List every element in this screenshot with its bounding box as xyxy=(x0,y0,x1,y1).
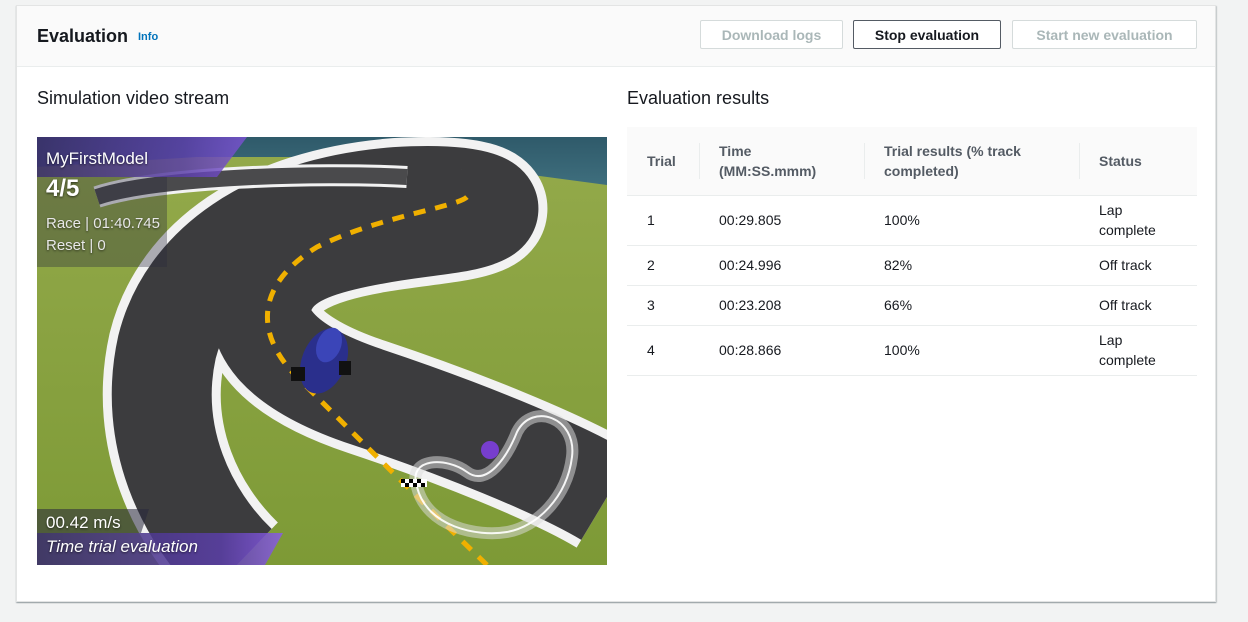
status-cell: Off track xyxy=(1079,245,1197,286)
time-cell: 00:24.996 xyxy=(699,245,864,286)
simulation-video-stream[interactable]: MyFirstModel 4/5 Race | 01:40.745 Reset … xyxy=(37,137,607,565)
stop-evaluation-button[interactable]: Stop evaluation xyxy=(853,20,1001,49)
evaluation-mode: Time trial evaluation xyxy=(46,537,198,556)
reset-count: Reset | 0 xyxy=(46,237,106,254)
status-text: Lap complete xyxy=(1099,202,1156,238)
column-header-percent[interactable]: Trial results (% track completed) xyxy=(864,127,1079,196)
column-header-trial[interactable]: Trial xyxy=(627,127,699,196)
info-link[interactable]: Info xyxy=(138,31,158,43)
status-text: Off track xyxy=(1099,257,1152,273)
trial-progress: 4/5 xyxy=(46,175,80,202)
table-row: 1 00:29.805 100% Lap complete xyxy=(627,195,1197,246)
trial-cell: 2 xyxy=(627,245,699,286)
column-header-status[interactable]: Status xyxy=(1079,127,1197,196)
trial-cell: 1 xyxy=(627,195,699,246)
evaluation-panel: Evaluation Info Download logs Stop evalu… xyxy=(16,5,1216,602)
trial-cell: 3 xyxy=(627,285,699,326)
column-header-time-label: Time (MM:SS.mmm) xyxy=(719,142,817,179)
page-title: Evaluation xyxy=(37,26,129,46)
column-header-status-label: Status xyxy=(1099,152,1142,169)
table-header-row: Trial Time (MM:SS.mmm) Trial results (% … xyxy=(627,127,1197,196)
trial-cell: 4 xyxy=(627,325,699,376)
time-cell: 00:28.866 xyxy=(699,325,864,376)
checkered-flag-icon xyxy=(401,479,427,487)
download-logs-button[interactable]: Download logs xyxy=(700,20,843,49)
speed-readout: 00.42 m/s xyxy=(46,513,121,532)
race-time: Race | 01:40.745 xyxy=(46,215,160,232)
panel-header: Evaluation Info Download logs Stop evalu… xyxy=(17,6,1215,67)
evaluation-results-table: Trial Time (MM:SS.mmm) Trial results (% … xyxy=(627,127,1197,376)
percent-cell: 100% xyxy=(864,325,1079,376)
percent-cell: 82% xyxy=(864,245,1079,286)
simulation-heading: Simulation video stream xyxy=(37,88,230,108)
percent-cell: 100% xyxy=(864,195,1079,246)
status-cell: Off track xyxy=(1079,285,1197,326)
model-name: MyFirstModel xyxy=(46,149,149,168)
status-text: Off track xyxy=(1099,297,1152,313)
status-cell: Lap complete xyxy=(1079,325,1197,376)
column-header-percent-label: Trial results (% track completed) xyxy=(884,142,1021,179)
status-text: Lap complete xyxy=(1099,332,1156,368)
percent-cell: 66% xyxy=(864,285,1079,326)
results-heading: Evaluation results xyxy=(627,88,770,108)
time-cell: 00:29.805 xyxy=(699,195,864,246)
status-cell: Lap complete xyxy=(1079,195,1197,246)
time-cell: 00:23.208 xyxy=(699,285,864,326)
table-row: 2 00:24.996 82% Off track xyxy=(627,245,1197,286)
table-row: 4 00:28.866 100% Lap complete xyxy=(627,325,1197,376)
column-header-time[interactable]: Time (MM:SS.mmm) xyxy=(699,127,864,196)
table-row: 3 00:23.208 66% Off track xyxy=(627,285,1197,326)
start-new-evaluation-button[interactable]: Start new evaluation xyxy=(1012,20,1197,49)
simulation-scene xyxy=(37,137,607,565)
